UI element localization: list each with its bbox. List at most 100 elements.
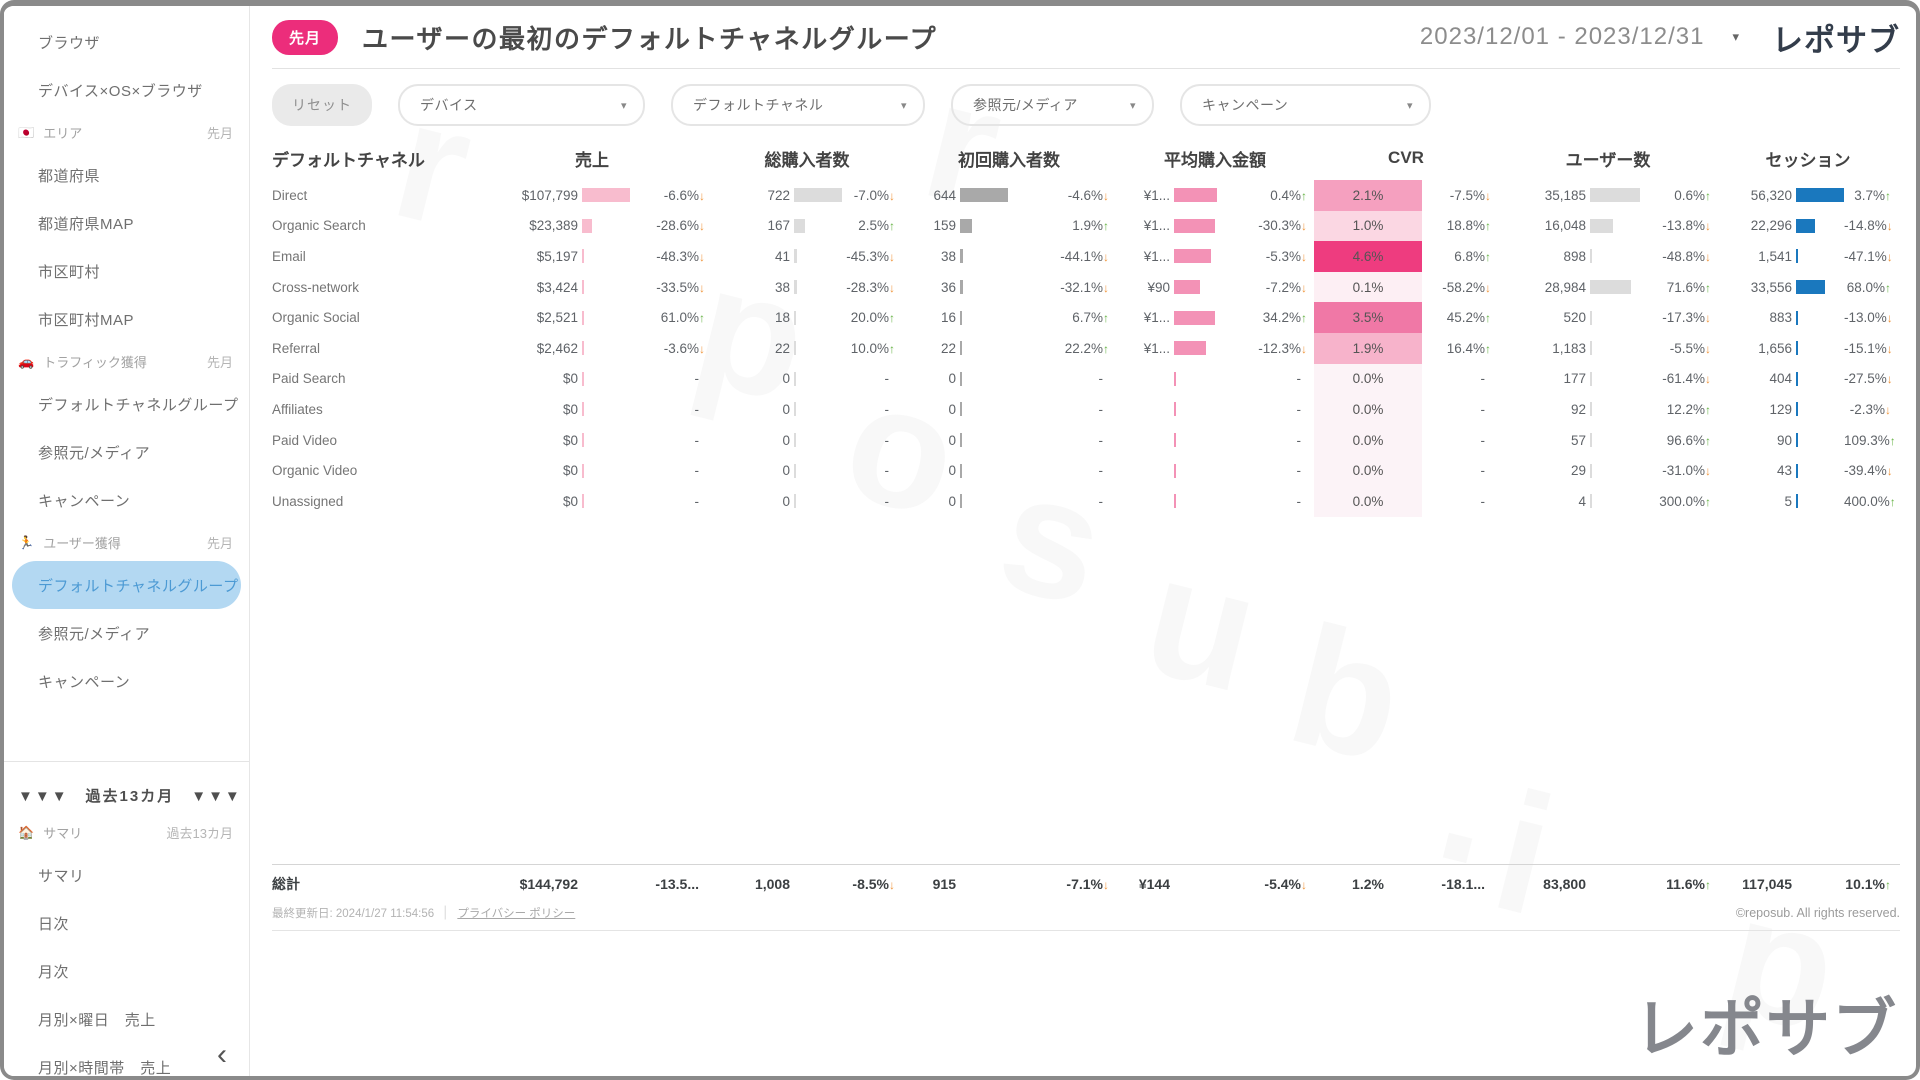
sidebar-item[interactable]: 市区町村 xyxy=(4,247,249,295)
sidebar-item[interactable]: デフォルトチャネルグループ xyxy=(4,380,249,428)
avg-value: ¥1... xyxy=(1116,310,1174,325)
channel-name: Cross-network xyxy=(272,280,472,295)
first-value: 38 xyxy=(902,249,960,264)
sidebar-item[interactable]: 月別×時間帯 売上 xyxy=(4,1043,249,1080)
sessions-bar xyxy=(1796,372,1798,386)
arrow-down-icon: ↓ xyxy=(1705,372,1718,386)
channel-name: Unassigned xyxy=(272,494,472,509)
reset-button[interactable]: リセット xyxy=(272,84,372,126)
arrow-down-icon: ↓ xyxy=(1103,250,1116,264)
users-change: 0.6%↑ xyxy=(1640,188,1718,203)
table-row: Affiliates$0-0-0--0.0%-9212.2%↑129-2.3%↓ xyxy=(272,394,1900,425)
sidebar-section-label: エリア xyxy=(43,123,82,142)
column-header-first: 初回購入者数 xyxy=(902,146,1116,171)
sidebar-item[interactable]: 月次 xyxy=(4,947,249,995)
caret-down-icon: ▾ xyxy=(901,99,907,112)
arrow-up-icon: ↑ xyxy=(699,311,712,325)
date-range-picker[interactable]: 2023/12/01 - 2023/12/31 ▾ xyxy=(1420,23,1740,51)
first-bar xyxy=(960,311,962,325)
sidebar-item[interactable]: サマリ xyxy=(4,851,249,899)
filter-dropdown-1[interactable]: デバイス▾ xyxy=(398,84,645,126)
sidebar-item[interactable]: 日次 xyxy=(4,899,249,947)
sales-change: -28.6%↓ xyxy=(630,218,712,233)
sessions-change: -2.3%↓ xyxy=(1844,402,1898,417)
footer-left: 最終更新日: 2024/1/27 11:54:56 │ プライバシー ポリシー xyxy=(272,905,575,921)
users-value: 177 xyxy=(1498,371,1590,386)
channel-name: Organic Social xyxy=(272,310,472,325)
arrow-up-icon: ↑ xyxy=(1885,878,1898,892)
caret-down-icon: ▾ xyxy=(1407,99,1413,112)
avg-bar xyxy=(1174,341,1206,355)
sales-bar xyxy=(582,433,584,447)
sidebar-item[interactable]: キャンペーン xyxy=(4,476,249,524)
first-change: -4.6%↓ xyxy=(1008,188,1116,203)
buyers-change: 10.0%↑ xyxy=(842,341,902,356)
filter-dropdown-3[interactable]: 参照元/メディア▾ xyxy=(951,84,1154,126)
first-value: 0 xyxy=(902,433,960,448)
arrow-up-icon: ↑ xyxy=(1301,189,1314,203)
total-sessions-value: 117,045 xyxy=(1718,876,1796,892)
collapse-sidebar-button[interactable]: ‹ xyxy=(217,1040,227,1070)
sidebar-item[interactable]: 都道府県 xyxy=(4,151,249,199)
sessions-bar xyxy=(1796,341,1798,355)
cvr-change: 16.4%↑ xyxy=(1422,341,1498,356)
sales-bar xyxy=(582,464,584,478)
users-bar xyxy=(1590,280,1631,294)
sales-change: - xyxy=(630,463,712,478)
filter-dropdown-4[interactable]: キャンペーン▾ xyxy=(1180,84,1431,126)
arrow-down-icon: ↓ xyxy=(1705,250,1718,264)
arrow-up-icon: ↑ xyxy=(1890,495,1903,509)
arrow-down-icon: ↓ xyxy=(1887,311,1900,325)
arrow-down-icon: ↓ xyxy=(1103,189,1116,203)
users-value: 92 xyxy=(1498,402,1590,417)
first-change: -7.1%↓ xyxy=(1008,876,1116,892)
channel-name: Direct xyxy=(272,188,472,203)
sidebar-item[interactable]: キャンペーン xyxy=(4,657,249,705)
buyers-change: 20.0%↑ xyxy=(842,310,902,325)
first-bar xyxy=(960,188,1008,202)
avg-change: -7.2%↓ xyxy=(1236,280,1314,295)
sidebar-item[interactable]: 参照元/メディア xyxy=(4,428,249,476)
filter-dropdown-2[interactable]: デフォルトチャネル▾ xyxy=(671,84,925,126)
table-header: デフォルトチャネル売上総購入者数初回購入者数平均購入金額CVRユーザー数セッショ… xyxy=(272,136,1900,180)
buyers-value: 18 xyxy=(712,310,794,325)
cvr-change: - xyxy=(1422,463,1498,478)
first-value: 644 xyxy=(902,188,960,203)
column-header-sessions: セッション xyxy=(1718,146,1898,171)
sessions-value: 1,656 xyxy=(1718,341,1796,356)
sidebar-item[interactable]: 月別×曜日 売上 xyxy=(4,995,249,1043)
buyers-value: 722 xyxy=(712,188,794,203)
arrow-up-icon: ↑ xyxy=(1301,311,1314,325)
sidebar-item[interactable]: 都道府県MAP xyxy=(4,199,249,247)
total-buyers-value: 1,008 xyxy=(712,876,794,892)
buyers-value: 0 xyxy=(712,463,794,478)
buyers-change: - xyxy=(842,433,902,448)
buyers-change: -45.3%↓ xyxy=(842,249,902,264)
column-header-users: ユーザー数 xyxy=(1498,146,1718,171)
first-value: 22 xyxy=(902,341,960,356)
sidebar-item[interactable]: デバイス×OS×ブラウザ xyxy=(4,66,249,114)
sales-bar xyxy=(582,372,584,386)
sessions-value: 404 xyxy=(1718,371,1796,386)
sessions-bar xyxy=(1796,402,1798,416)
sidebar-item[interactable]: 参照元/メディア xyxy=(4,609,249,657)
sidebar-item[interactable]: デフォルトチャネルグループ xyxy=(12,561,241,609)
sidebar-section-period: 先月 xyxy=(207,352,233,371)
arrow-down-icon: ↓ xyxy=(1301,342,1314,356)
table-row: Referral$2,462-3.6%↓2210.0%↑2222.2%↑¥1..… xyxy=(272,333,1900,364)
privacy-policy-link[interactable]: プライバシー ポリシー xyxy=(457,905,575,921)
first-value: 0 xyxy=(902,494,960,509)
avg-bar xyxy=(1174,188,1217,202)
sidebar-item[interactable]: ブラウザ xyxy=(4,18,249,66)
sidebar-item[interactable]: 市区町村MAP xyxy=(4,295,249,343)
cvr-cell: 3.5% xyxy=(1314,302,1422,333)
header-divider xyxy=(272,68,1900,69)
house-icon: 🏠 xyxy=(18,825,34,841)
users-value: 1,183 xyxy=(1498,341,1590,356)
column-header-channel: デフォルトチャネル xyxy=(272,146,472,171)
page-header: 先月 ユーザーの最初のデフォルトチャネルグループ 2023/12/01 - 20… xyxy=(250,6,1916,68)
sales-value: $0 xyxy=(472,433,582,448)
first-change: 22.2%↑ xyxy=(1008,341,1116,356)
users-bar xyxy=(1590,494,1592,508)
sales-bar xyxy=(582,341,584,355)
